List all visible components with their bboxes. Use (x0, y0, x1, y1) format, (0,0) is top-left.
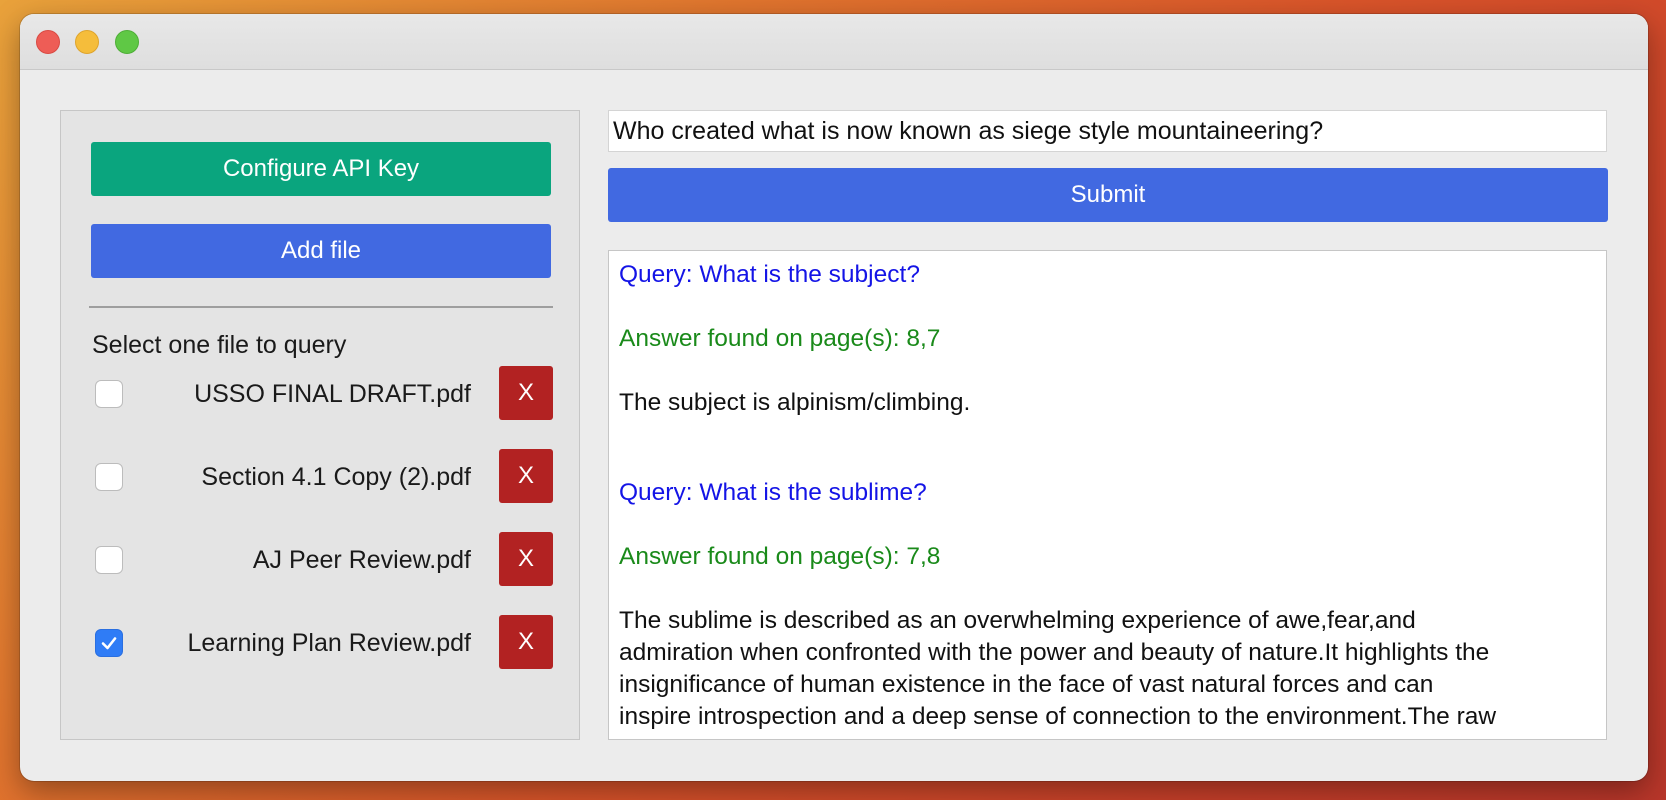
file-name: Learning Plan Review.pdf (187, 629, 471, 657)
divider (89, 306, 553, 308)
result-answer-line: inspire introspection and a deep sense o… (619, 703, 1497, 730)
remove-file-button[interactable]: X (499, 449, 553, 503)
result-query: Query: What is the sublime? (619, 479, 927, 506)
remove-file-button[interactable]: X (499, 366, 553, 420)
file-name: USSO FINAL DRAFT.pdf (194, 380, 471, 408)
result-answer-line: admiration when confronted with the powe… (619, 639, 1490, 666)
result-answer: The subject is alpinism/climbing. (619, 389, 971, 416)
file-checkbox[interactable] (95, 546, 123, 574)
title-bar (20, 14, 1648, 70)
select-file-label: Select one file to query (92, 331, 347, 359)
result-pages: Answer found on page(s): 7,8 (619, 543, 941, 570)
file-checkbox[interactable] (95, 463, 123, 491)
configure-api-key-button[interactable]: Configure API Key (91, 142, 551, 196)
add-file-button[interactable]: Add file (91, 224, 551, 278)
file-name: Section 4.1 Copy (2).pdf (201, 463, 471, 491)
results-output[interactable]: Query: What is the subject? Answer found… (608, 250, 1607, 740)
file-checkbox[interactable] (95, 380, 123, 408)
minimize-window-button[interactable] (75, 30, 99, 54)
maximize-window-button[interactable] (115, 30, 139, 54)
file-checkbox-checked[interactable] (95, 629, 123, 657)
result-answer-line: insignificance of human existence in the… (619, 671, 1434, 698)
remove-file-button[interactable]: X (499, 615, 553, 669)
result-pages: Answer found on page(s): 8,7 (619, 325, 941, 352)
query-input[interactable] (608, 110, 1607, 152)
file-row: USSO FINAL DRAFT.pdf X (61, 366, 581, 422)
result-query: Query: What is the subject? (619, 261, 920, 288)
close-window-button[interactable] (36, 30, 60, 54)
remove-file-button[interactable]: X (499, 532, 553, 586)
file-row: AJ Peer Review.pdf X (61, 532, 581, 588)
file-name: AJ Peer Review.pdf (252, 546, 471, 574)
app-window: Configure API Key Add file Select one fi… (20, 14, 1648, 781)
file-panel: Configure API Key Add file Select one fi… (60, 110, 580, 740)
checkmark-icon (101, 637, 117, 650)
file-row: Section 4.1 Copy (2).pdf X (61, 449, 581, 505)
submit-button[interactable]: Submit (608, 168, 1608, 222)
result-answer-line: The sublime is described as an overwhelm… (619, 607, 1416, 634)
file-row: Learning Plan Review.pdf X (61, 615, 581, 671)
